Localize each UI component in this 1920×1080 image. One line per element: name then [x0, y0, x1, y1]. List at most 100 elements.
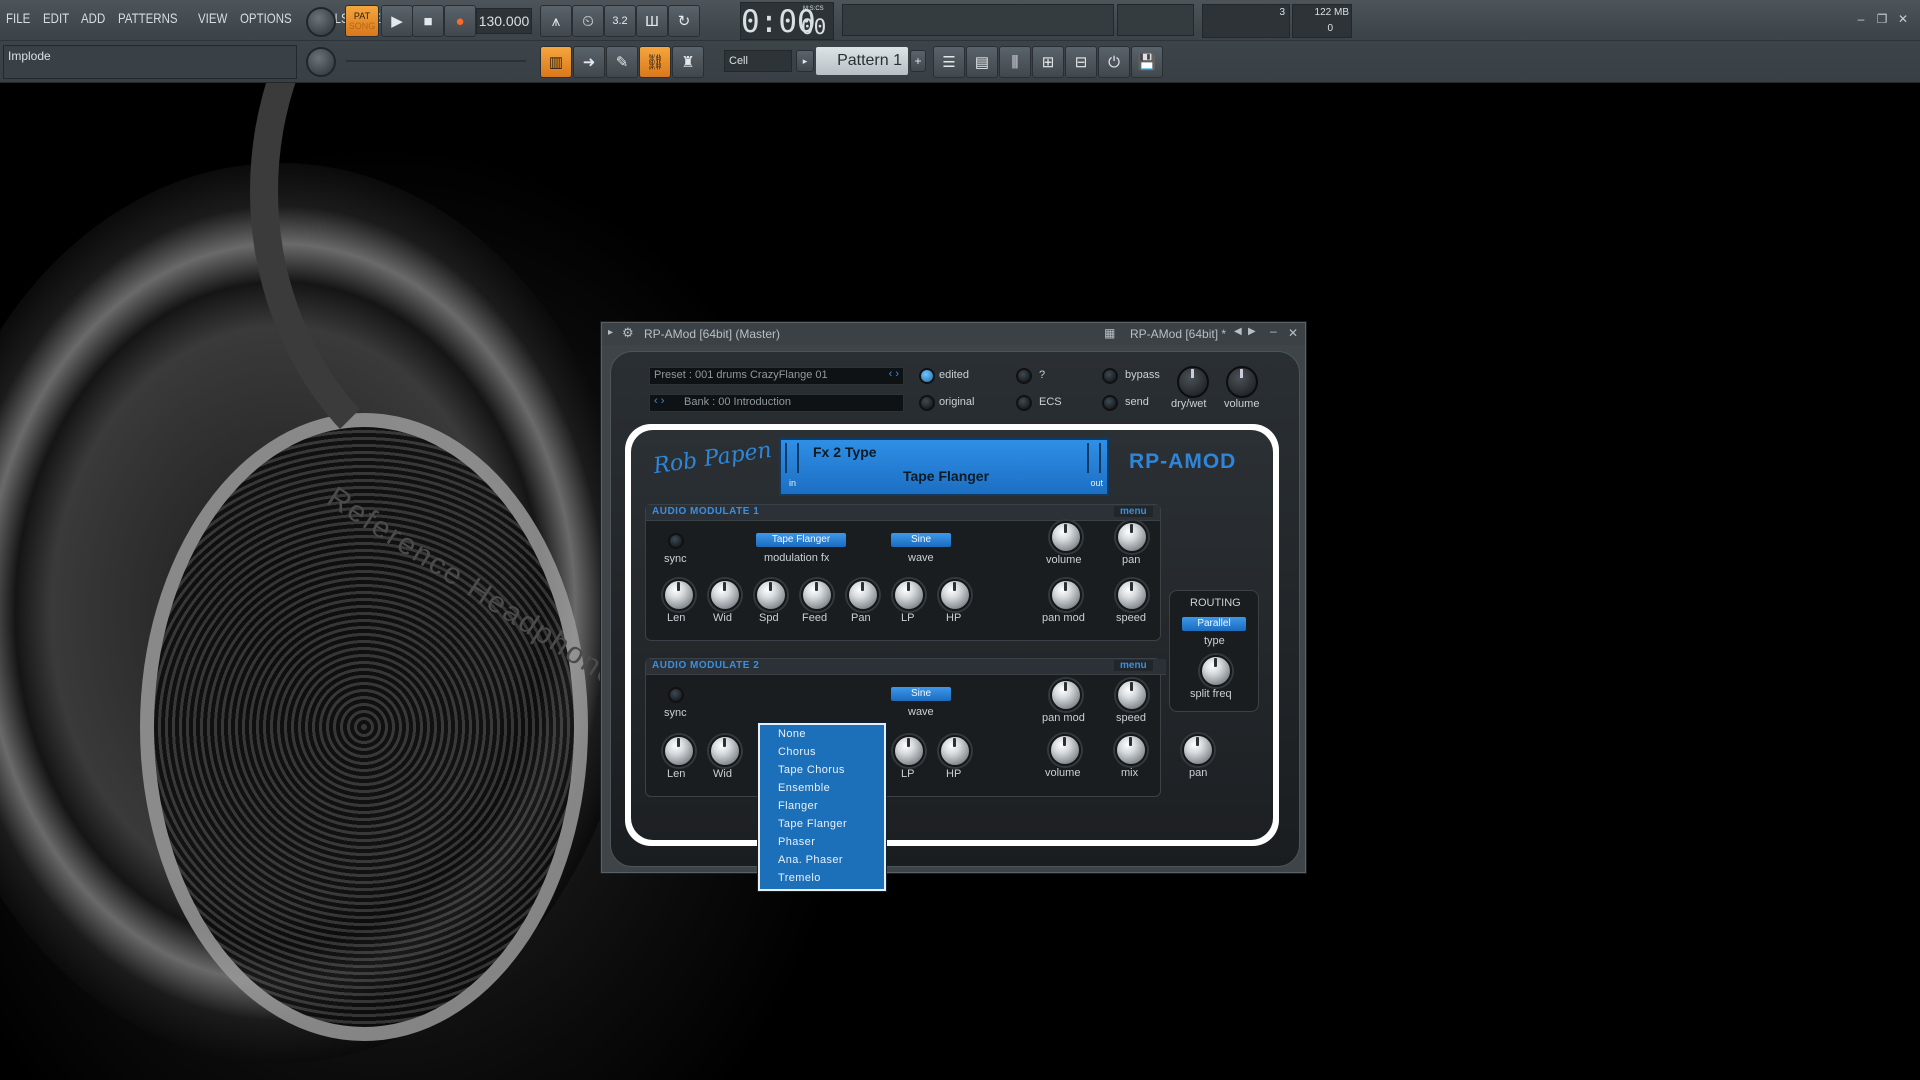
- routing-type-selector[interactable]: Parallel: [1182, 617, 1246, 631]
- mod1-spd-knob[interactable]: [755, 579, 787, 611]
- ecs-led[interactable]: [1016, 395, 1032, 411]
- add-pattern-button[interactable]: +: [910, 50, 926, 72]
- dropdown-item-tape-flanger[interactable]: Tape Flanger: [760, 815, 884, 833]
- plugin-picker-button[interactable]: ⏻: [1098, 46, 1130, 78]
- mixer-button[interactable]: ⫼: [999, 46, 1031, 78]
- mod1-volume-knob[interactable]: [1050, 521, 1082, 553]
- stamp-tool[interactable]: ♜: [672, 46, 704, 78]
- dropdown-item-phaser[interactable]: Phaser: [760, 833, 884, 851]
- record-button[interactable]: ●: [444, 5, 476, 37]
- tempo-display[interactable]: 130.000: [476, 8, 532, 34]
- mod2-panmod-knob[interactable]: [1050, 679, 1082, 711]
- dropdown-item-flanger[interactable]: Flanger: [760, 797, 884, 815]
- mod2-volume-knob[interactable]: [1049, 734, 1081, 766]
- playlist-tool[interactable]: ▥: [540, 46, 572, 78]
- loop-record-button[interactable]: ↻: [668, 5, 700, 37]
- mod1-pan-knob[interactable]: [847, 579, 879, 611]
- mod2-wave-selector[interactable]: Sine: [891, 687, 951, 701]
- dropdown-item-none[interactable]: None: [760, 725, 884, 743]
- restore-icon[interactable]: ❐: [1874, 12, 1890, 26]
- close-icon[interactable]: ✕: [1288, 326, 1298, 340]
- mod1-feed-knob[interactable]: [801, 579, 833, 611]
- mod1-pan2-knob[interactable]: [1116, 521, 1148, 553]
- prev-preset-icon[interactable]: ◀: [1234, 326, 1242, 337]
- gear-icon[interactable]: ⚙: [622, 325, 634, 341]
- pattern-prev[interactable]: ▸: [796, 50, 814, 72]
- mod2-speed-knob[interactable]: [1116, 679, 1148, 711]
- browser-button[interactable]: ⊟: [1065, 46, 1097, 78]
- snap-selector[interactable]: Cell: [724, 50, 792, 72]
- play-button[interactable]: ▶: [381, 5, 413, 37]
- dropdown-item-ana-phaser[interactable]: Ana. Phaser: [760, 851, 884, 869]
- mod1-len-knob[interactable]: [663, 579, 695, 611]
- master-slider[interactable]: [346, 60, 526, 62]
- minimize-icon[interactable]: –: [1270, 324, 1277, 338]
- bank-arrows-icon[interactable]: ‹ ›: [654, 395, 664, 407]
- parameter-display: in Fx 2 Type Tape Flanger out: [779, 438, 1109, 496]
- mod1-wid-knob[interactable]: [709, 579, 741, 611]
- mod1-menu-button[interactable]: menu: [1114, 506, 1153, 517]
- song-time-display[interactable]: 0:00 M:S:CS 00: [740, 2, 834, 40]
- preset-field[interactable]: Preset : 001 drums CrazyFlange 01 ‹ ›: [649, 367, 904, 385]
- mod1-hp-knob[interactable]: [939, 579, 971, 611]
- mod2-mix-knob[interactable]: [1115, 734, 1147, 766]
- mod2-sync-led[interactable]: [668, 687, 684, 703]
- drywet-knob[interactable]: [1177, 366, 1209, 398]
- menu-edit[interactable]: EDIT: [43, 10, 69, 26]
- mod2-hp-knob[interactable]: [939, 735, 971, 767]
- collapse-icon[interactable]: ▸: [608, 327, 613, 338]
- mod2-menu-button[interactable]: menu: [1114, 660, 1153, 671]
- preset-arrows-icon[interactable]: ‹ ›: [889, 368, 899, 380]
- mod1-lp-knob[interactable]: [893, 579, 925, 611]
- help-led[interactable]: [1016, 368, 1032, 384]
- step-edit-button[interactable]: Ш: [636, 5, 668, 37]
- browser-icon: ⊟: [1074, 54, 1088, 71]
- dropdown-item-ensemble[interactable]: Ensemble: [760, 779, 884, 797]
- menu-options[interactable]: OPTIONS: [240, 10, 292, 26]
- mod1-speed-knob[interactable]: [1116, 579, 1148, 611]
- menu-add[interactable]: ADD: [81, 10, 105, 26]
- bank-field[interactable]: ‹ › Bank : 00 Introduction: [649, 394, 904, 412]
- pat-song-toggle[interactable]: PAT SONG: [345, 5, 379, 37]
- mod1-sync-led[interactable]: [668, 533, 684, 549]
- routing-panel: ROUTING Parallel type split freq: [1169, 590, 1259, 712]
- next-preset-icon[interactable]: ▶: [1248, 326, 1256, 337]
- stop-button[interactable]: ■: [412, 5, 444, 37]
- master-pitch-knob[interactable]: [306, 47, 336, 77]
- countdown-button[interactable]: 3.2: [604, 5, 636, 37]
- volume-knob[interactable]: [1226, 366, 1258, 398]
- send-led[interactable]: [1102, 395, 1118, 411]
- menu-patterns[interactable]: PATTERNS: [118, 10, 178, 26]
- master-volume-knob[interactable]: [306, 7, 336, 37]
- mod2-pan-knob[interactable]: [1182, 734, 1214, 766]
- pattern-selector[interactable]: Pattern 1: [816, 47, 908, 75]
- original-led[interactable]: [919, 395, 935, 411]
- draw-tool[interactable]: ✎: [606, 46, 638, 78]
- link-tool[interactable]: ⛓: [639, 46, 671, 78]
- wait-input-button[interactable]: ⏲: [572, 5, 604, 37]
- next-button[interactable]: ➜: [573, 46, 605, 78]
- split-freq-knob[interactable]: [1200, 655, 1232, 687]
- mod1-fx-selector[interactable]: Tape Flanger: [756, 533, 846, 547]
- edited-led[interactable]: [919, 368, 935, 384]
- metronome-button[interactable]: ⩚: [540, 5, 572, 37]
- mod2-wid-knob[interactable]: [709, 735, 741, 767]
- mod2-lp-knob[interactable]: [893, 735, 925, 767]
- plugin-titlebar[interactable]: ▸ ⚙ RP-AMod [64bit] (Master) ▦ RP-AMod […: [602, 323, 1305, 345]
- mod1-panmod-knob[interactable]: [1050, 579, 1082, 611]
- dropdown-item-tremelo[interactable]: Tremelo: [760, 869, 884, 887]
- presets-grid-icon[interactable]: ▦: [1104, 326, 1115, 340]
- dropdown-item-chorus[interactable]: Chorus: [760, 743, 884, 761]
- close-icon[interactable]: ✕: [1895, 12, 1911, 26]
- dropdown-item-tape-chorus[interactable]: Tape Chorus: [760, 761, 884, 779]
- playlist-button[interactable]: ☰: [933, 46, 965, 78]
- channel-rack-button[interactable]: ⊞: [1032, 46, 1064, 78]
- minimize-icon[interactable]: –: [1853, 12, 1869, 26]
- mod1-wave-selector[interactable]: Sine: [891, 533, 951, 547]
- bypass-led[interactable]: [1102, 368, 1118, 384]
- piano-roll-button[interactable]: ▤: [966, 46, 998, 78]
- menu-view[interactable]: VIEW: [198, 10, 227, 26]
- menu-file[interactable]: FILE: [6, 10, 30, 26]
- mod2-len-knob[interactable]: [663, 735, 695, 767]
- save-button[interactable]: 💾: [1131, 46, 1163, 78]
